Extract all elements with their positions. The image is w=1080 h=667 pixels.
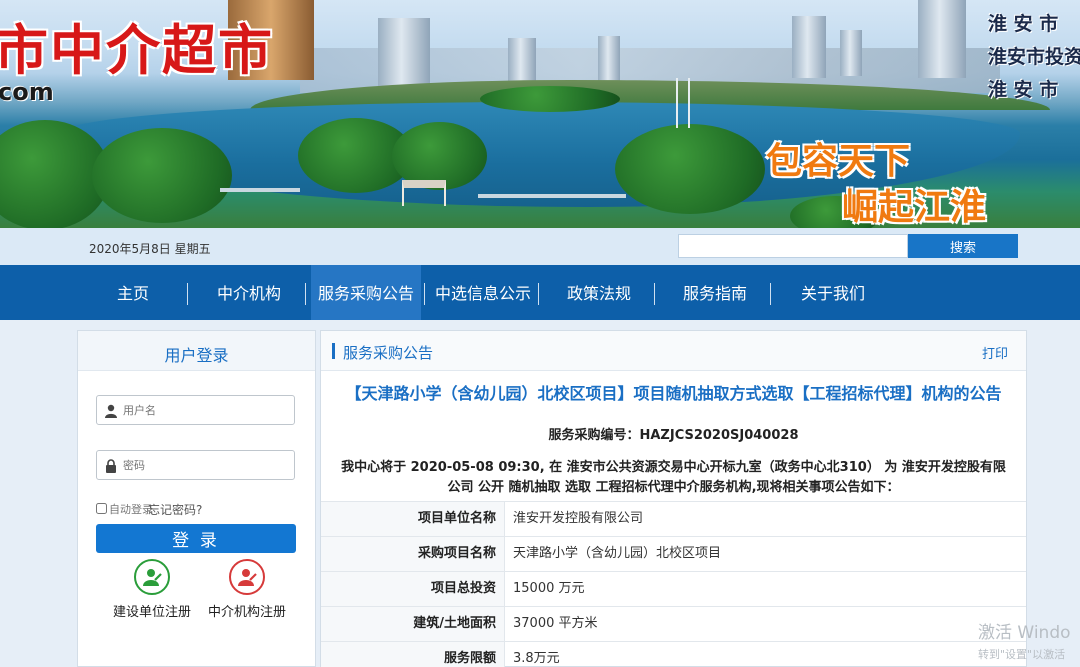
slogan-line-2: 崛起江淮 bbox=[842, 186, 987, 228]
row-value: 15000 万元 bbox=[513, 581, 585, 596]
announcement-intro: 我中心将于 2020-05-08 09:30, 在 淮安市公共资源交易中心开标九… bbox=[331, 458, 1016, 498]
nav-item-guide[interactable]: 服务指南 bbox=[662, 265, 768, 320]
bridge bbox=[478, 194, 626, 198]
row-label: 采购项目名称 bbox=[321, 537, 505, 571]
building bbox=[918, 0, 966, 78]
row-value: 淮安开发控股有限公司 bbox=[513, 511, 644, 526]
user-icon bbox=[105, 404, 117, 418]
table-row: 采购项目名称 天津路小学（含幼儿园）北校区项目 bbox=[321, 536, 1026, 571]
side-link-2[interactable]: 淮安市投资 bbox=[988, 41, 1080, 74]
nav-separator bbox=[305, 283, 306, 305]
password-field[interactable] bbox=[96, 450, 295, 480]
tree bbox=[92, 128, 232, 223]
forgot-password-link[interactable]: 忘记密码? bbox=[148, 501, 202, 518]
announcement-header: 服务采购公告 打印 bbox=[321, 331, 1026, 371]
top-strip: 2020年5月8日 星期五 搜索 bbox=[0, 228, 1080, 265]
nav-separator bbox=[538, 283, 539, 305]
register-agency-button[interactable]: 中介机构注册 bbox=[192, 559, 302, 620]
building bbox=[508, 38, 536, 83]
building bbox=[378, 18, 430, 88]
search-input[interactable] bbox=[678, 234, 908, 258]
register-builder-button[interactable]: 建设单位注册 bbox=[97, 559, 207, 620]
login-panel: 用户登录 自动登录 忘记密码? 登 录 建设单位注册 bbox=[77, 330, 316, 667]
username-input[interactable] bbox=[123, 401, 288, 419]
table-row: 服务限额 3.8万元 bbox=[321, 641, 1026, 667]
auto-login-checkbox[interactable]: 自动登录 bbox=[96, 501, 153, 517]
password-input[interactable] bbox=[123, 456, 288, 474]
section-marker bbox=[332, 343, 335, 359]
nav-separator bbox=[187, 283, 188, 305]
nav-item-agencies[interactable]: 中介机构 bbox=[196, 265, 302, 320]
pavilion bbox=[402, 180, 446, 206]
article-title: 【天津路小学（含幼儿园）北校区项目】项目随机抽取方式选取【工程招标代理】机构的公… bbox=[345, 384, 1002, 403]
side-link-1[interactable]: 淮 安 市 bbox=[988, 8, 1080, 41]
register-agency-label: 中介机构注册 bbox=[207, 605, 286, 620]
lock-icon bbox=[106, 459, 116, 473]
register-builder-icon bbox=[134, 559, 170, 595]
login-title: 用户登录 bbox=[164, 346, 229, 365]
row-value: 天津路小学（含幼儿园）北校区项目 bbox=[513, 546, 722, 561]
watermark-line-1: 激活 Windo bbox=[978, 623, 1071, 643]
nav-item-about[interactable]: 关于我们 bbox=[780, 265, 886, 320]
row-label: 建筑/土地面积 bbox=[321, 607, 505, 641]
intro-line: 公司 公开 随机抽取 选取 工程招标代理中介服务机构,现将相关事项公告如下： bbox=[447, 480, 900, 495]
site-title: 市中介超市 bbox=[0, 18, 274, 82]
procurement-code: 服务采购编号：HAZJCS2020SJ040028 bbox=[548, 428, 799, 443]
nav-item-winners[interactable]: 中选信息公示 bbox=[428, 265, 538, 320]
side-link-3[interactable]: 淮 安 市 bbox=[988, 74, 1080, 107]
nav-separator bbox=[424, 283, 425, 305]
building bbox=[792, 16, 826, 78]
row-label: 项目总投资 bbox=[321, 572, 505, 606]
username-field[interactable] bbox=[96, 395, 295, 425]
section-title: 服务采购公告 bbox=[343, 344, 434, 362]
slogan-line-1: 包容天下 bbox=[766, 140, 911, 182]
nav-item-home[interactable]: 主页 bbox=[86, 265, 180, 320]
nav-separator bbox=[770, 283, 771, 305]
pylon bbox=[676, 78, 690, 128]
search-button[interactable]: 搜索 bbox=[908, 234, 1018, 258]
current-date: 2020年5月8日 星期五 bbox=[89, 242, 211, 256]
nav-item-policies[interactable]: 政策法规 bbox=[548, 265, 650, 320]
register-agency-icon bbox=[229, 559, 265, 595]
tree bbox=[615, 124, 765, 214]
table-row: 项目总投资 15000 万元 bbox=[321, 571, 1026, 606]
site-domain: com bbox=[0, 78, 54, 106]
activation-watermark: 激活 Windo 转到"设置"以激活 bbox=[978, 618, 1071, 662]
login-header: 用户登录 bbox=[78, 331, 315, 371]
print-link[interactable]: 打印 bbox=[982, 343, 1008, 362]
side-links: 淮 安 市 淮安市投资 淮 安 市 bbox=[988, 8, 1080, 107]
header-banner: 市中介超市 com 包容天下 崛起江淮 淮 安 市 淮安市投资 淮 安 市 bbox=[0, 0, 1080, 228]
nav-separator bbox=[654, 283, 655, 305]
building bbox=[598, 36, 620, 84]
row-label: 项目单位名称 bbox=[321, 502, 505, 536]
main-nav: 主页 中介机构 服务采购公告 中选信息公示 政策法规 服务指南 关于我们 bbox=[0, 265, 1080, 320]
login-button[interactable]: 登 录 bbox=[96, 524, 296, 553]
auto-login-label: 自动登录 bbox=[109, 503, 153, 516]
watermark-line-2: 转到"设置"以激活 bbox=[978, 648, 1066, 661]
building bbox=[840, 30, 862, 76]
row-value: 37000 平方米 bbox=[513, 616, 598, 631]
announcement-panel: 服务采购公告 打印 【天津路小学（含幼儿园）北校区项目】项目随机抽取方式选取【工… bbox=[320, 330, 1027, 667]
row-value: 3.8万元 bbox=[513, 651, 560, 666]
bridge bbox=[220, 188, 300, 192]
row-label: 服务限额 bbox=[321, 642, 505, 667]
intro-line: 我中心将于 2020-05-08 09:30, 在 淮安市公共资源交易中心开标九… bbox=[341, 460, 1006, 475]
table-row: 项目单位名称 淮安开发控股有限公司 bbox=[321, 501, 1026, 536]
auto-login-check[interactable] bbox=[96, 503, 107, 514]
register-builder-label: 建设单位注册 bbox=[112, 605, 191, 620]
tree bbox=[480, 86, 620, 112]
nav-item-procurement[interactable]: 服务采购公告 bbox=[311, 265, 421, 320]
table-row: 建筑/土地面积 37000 平方米 bbox=[321, 606, 1026, 641]
